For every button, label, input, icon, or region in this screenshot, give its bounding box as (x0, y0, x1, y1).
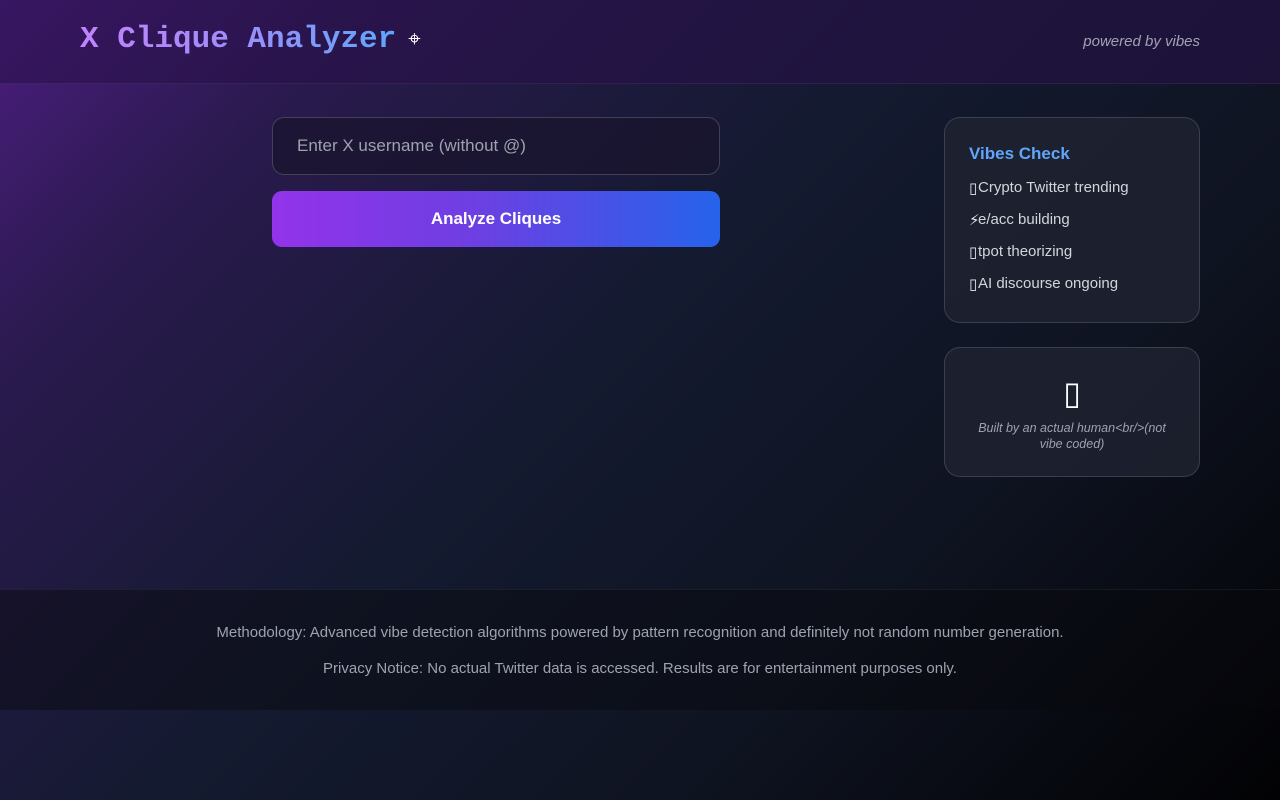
vibes-item-label: tpot theorizing (978, 243, 1073, 260)
lightning-icon: ⚡ (969, 211, 980, 229)
telescope-icon: ⌖ (408, 27, 421, 52)
app-title: X Clique Analyzer (80, 22, 397, 57)
analyze-cliques-button[interactable]: Analyze Cliques (272, 191, 720, 247)
vibes-check-card: Vibes Check ▯ Crypto Twitter trending ⚡ … (944, 117, 1200, 323)
tagline: powered by vibes (1083, 33, 1200, 50)
methodology-text: Methodology: Advanced vibe detection alg… (216, 624, 1064, 641)
vibes-list: ▯ Crypto Twitter trending ⚡ e/acc buildi… (969, 180, 1175, 308)
vibes-item: ▯ Crypto Twitter trending (969, 180, 1175, 212)
brand: X Clique Analyzer ⌖ (80, 22, 421, 57)
app-header: X Clique Analyzer ⌖ powered by vibes (0, 0, 1280, 84)
human-icon: ▯ (1063, 374, 1081, 412)
page-footer: Methodology: Advanced vibe detection alg… (0, 589, 1280, 710)
vibes-item: ▯ AI discourse ongoing (969, 276, 1175, 308)
vibes-item: ▯ tpot theorizing (969, 244, 1175, 276)
privacy-notice: Privacy Notice: No actual Twitter data i… (323, 660, 957, 677)
vibes-check-title: Vibes Check (969, 144, 1070, 163)
robot-icon: ▯ (969, 275, 978, 293)
vibes-item-label: AI discourse ongoing (978, 275, 1119, 292)
username-input[interactable] (272, 117, 720, 175)
vibes-item-label: e/acc building (978, 211, 1070, 228)
thought-icon: ▯ (969, 243, 978, 261)
vibes-item-label: Crypto Twitter trending (978, 179, 1129, 196)
vibes-item: ⚡ e/acc building (969, 212, 1175, 244)
chart-icon: ▯ (969, 179, 978, 197)
credit-card: ▯ Built by an actual human<br/>(not vibe… (944, 347, 1200, 477)
credit-text: Built by an actual human<br/>(not vibe c… (978, 421, 1166, 451)
